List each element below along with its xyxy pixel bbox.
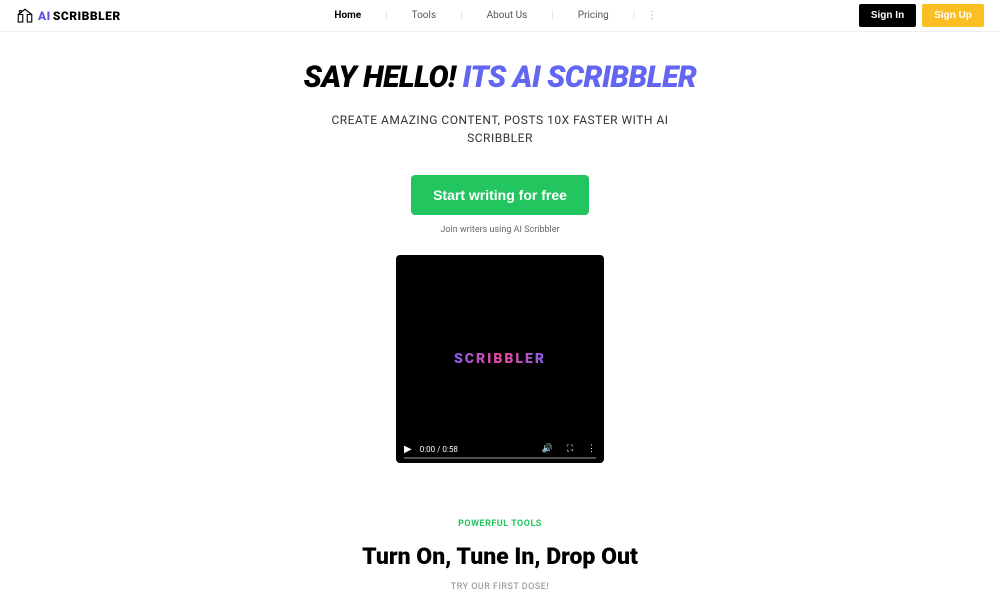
logo-scribbler: SCRIBBLER [53,9,121,23]
nav-tools[interactable]: Tools [388,10,460,21]
nav-pricing[interactable]: Pricing [554,10,633,21]
logo-text: AI SCRIBBLER [38,9,121,23]
tools-section: POWERFUL TOOLS Turn On, Tune In, Drop Ou… [0,519,1000,592]
hero-section: SAY HELLO! ITS AI SCRIBBLER CREATE AMAZI… [0,32,1000,463]
video-player[interactable]: SCRIBBLER ▶ 0:00 / 0:58 🔊 ⛶ ⋮ [396,255,604,463]
logo-icon [16,7,34,25]
fullscreen-icon[interactable]: ⛶ [567,444,573,454]
nav-about[interactable]: About Us [463,10,552,21]
logo[interactable]: AI SCRIBBLER [16,7,121,25]
cta-caption: Join writers using AI Scribbler [0,225,1000,235]
auth-buttons: Sign In Sign Up [859,4,984,27]
tools-subtitle: TRY OUR FIRST DOSE! [0,582,1000,592]
video-logo: SCRIBBLER [454,351,546,367]
tools-label: POWERFUL TOOLS [0,519,1000,529]
signin-button[interactable]: Sign In [859,4,916,27]
video-controls-right: 🔊 ⛶ ⋮ [541,444,596,454]
more-icon[interactable]: ⋮ [587,444,596,454]
signup-button[interactable]: Sign Up [922,4,984,27]
hero-title-part2: ITS AI SCRIBBLER [463,60,697,95]
cta-button[interactable]: Start writing for free [411,175,589,215]
nav-home[interactable]: Home [310,10,385,21]
play-icon[interactable]: ▶ [404,444,412,455]
logo-ai: AI [38,9,51,23]
main-nav: Home | Tools | About Us | Pricing | ⋮ [310,10,669,21]
nav-more-icon[interactable]: ⋮ [635,10,669,21]
video-progress-bar[interactable] [404,457,596,459]
tools-title: Turn On, Tune In, Drop Out [0,543,1000,570]
video-time: 0:00 / 0:58 [420,445,458,454]
hero-title: SAY HELLO! ITS AI SCRIBBLER [0,60,1000,95]
volume-icon[interactable]: 🔊 [541,444,552,454]
hero-title-part1: SAY HELLO! [304,60,463,95]
header: AI SCRIBBLER Home | Tools | About Us | P… [0,0,1000,32]
hero-subtitle: CREATE AMAZING CONTENT, POSTS 10X FASTER… [325,111,675,147]
